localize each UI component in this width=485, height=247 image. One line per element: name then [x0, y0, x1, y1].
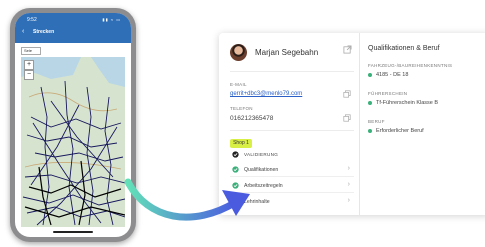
zoom-out-button[interactable]: − — [24, 70, 34, 80]
phone-screen: 9:52 ▮▮ ≈ ▭ ‹ Strecken Sele + − — [15, 13, 131, 237]
qualifications-column: Qualifikationen & Beruf FAHRZEUG-/BAUREI… — [368, 33, 485, 215]
status-icons: ▮▮ ≈ ▭ — [102, 17, 121, 22]
route-map[interactable]: + − — [21, 57, 125, 227]
zoom-in-button[interactable]: + — [24, 60, 34, 70]
column-divider — [359, 33, 360, 215]
job-label: BERUF — [368, 119, 385, 124]
route-map-graphic — [21, 57, 125, 227]
vehicle-label: FAHRZEUG-/BAUREIHENKENNTNIS — [368, 63, 453, 68]
copy-phone-icon[interactable] — [343, 114, 351, 122]
home-indicator — [53, 231, 93, 233]
avatar — [230, 44, 247, 61]
job-value: Erforderlicher Beruf — [376, 128, 424, 134]
status-dot-icon — [368, 100, 372, 105]
status-dot-icon — [368, 128, 372, 133]
job-value-row: Erforderlicher Beruf — [368, 128, 424, 134]
status-time: 9:52 — [27, 17, 37, 23]
email-link[interactable]: gerrit+dbc3@menlo79.com — [230, 91, 302, 97]
license-value-row: Tf-Führerschein Klasse B — [368, 100, 438, 106]
divider — [230, 130, 354, 131]
vehicle-value: 4185 - DE 18 — [376, 72, 409, 78]
back-icon[interactable]: ‹ — [22, 28, 24, 36]
curved-arrow-icon — [124, 178, 250, 221]
license-value: Tf-Führerschein Klasse B — [376, 100, 439, 106]
app-title: Strecken — [33, 29, 55, 35]
shop-badge: Shop 1 — [230, 139, 252, 148]
divider — [230, 71, 354, 72]
external-link-icon[interactable] — [343, 45, 352, 54]
app-bar: 9:52 ▮▮ ≈ ▭ ‹ Strecken — [15, 13, 131, 43]
vehicle-value-row: 4185 - DE 18 — [368, 72, 408, 78]
phone-label: TELEFON — [230, 106, 253, 111]
license-label: FÜHRERSCHEIN — [368, 91, 408, 96]
chevron-right-icon: › — [347, 197, 350, 204]
status-dot-icon — [368, 72, 372, 77]
chevron-right-icon: › — [347, 165, 350, 172]
map-layer-select[interactable]: Sele — [21, 47, 41, 55]
chevron-right-icon: › — [347, 181, 350, 188]
person-name: Marjan Segebahn — [255, 48, 319, 57]
email-label: E-MAIL — [230, 82, 247, 87]
copy-email-icon[interactable] — [343, 90, 351, 98]
phone-value: 016212365478 — [230, 115, 274, 122]
qualifications-title: Qualifikationen & Beruf — [368, 45, 440, 52]
